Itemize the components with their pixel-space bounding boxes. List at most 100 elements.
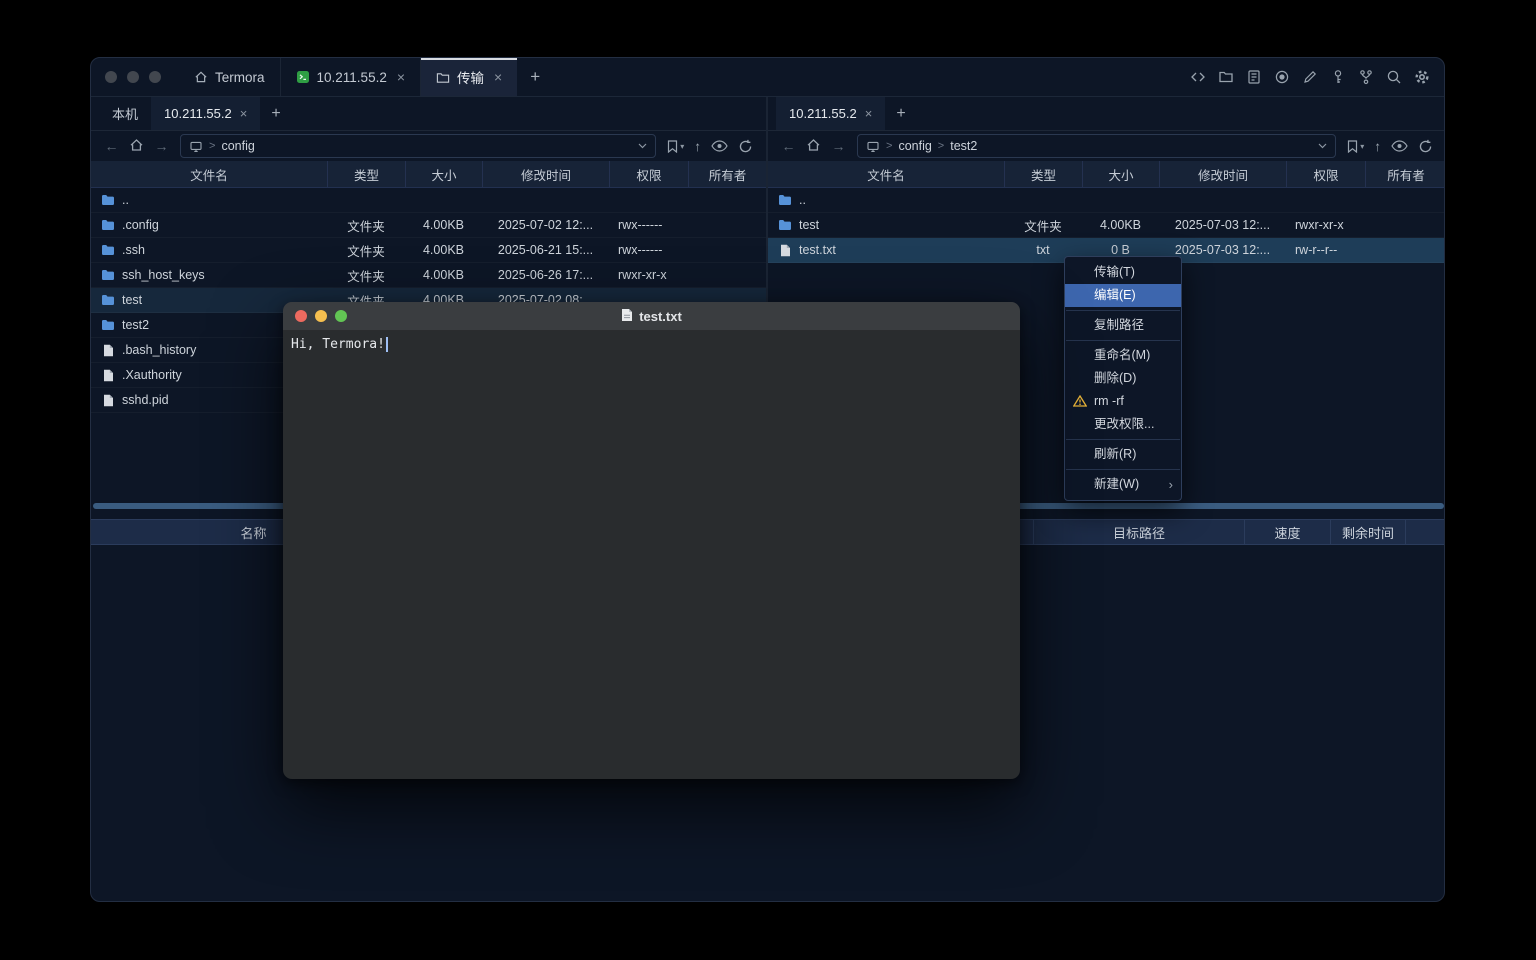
breadcrumb-segment[interactable]: config xyxy=(898,139,931,153)
close-tab-icon[interactable]: × xyxy=(494,69,502,85)
menu-item-new[interactable]: 新建(W) › xyxy=(1065,473,1181,496)
column-header-permissions[interactable]: 权限 xyxy=(1286,161,1365,187)
editor-content[interactable]: Hi, Termora! xyxy=(283,331,1020,358)
path-breadcrumb[interactable]: > config xyxy=(180,134,656,158)
menu-item-delete[interactable]: 删除(D) xyxy=(1065,367,1181,390)
pencil-icon[interactable] xyxy=(1301,69,1318,86)
menu-item-edit[interactable]: 编辑(E) xyxy=(1065,284,1181,307)
file-row[interactable]: .. xyxy=(768,188,1445,213)
folder-icon xyxy=(778,219,792,231)
search-icon[interactable] xyxy=(1385,69,1402,86)
file-row[interactable]: .ssh 文件夹 4.00KB 2025-06-21 15:... rwx---… xyxy=(91,238,766,263)
menu-item-transfer[interactable]: 传输(T) xyxy=(1065,261,1181,284)
editor-title: test.txt xyxy=(639,309,682,324)
file-type: 文件夹 xyxy=(327,266,405,285)
file-type: 文件夹 xyxy=(327,216,405,235)
close-window-button[interactable] xyxy=(105,71,117,83)
gear-icon[interactable] xyxy=(1413,69,1430,86)
column-header-owner[interactable]: 所有者 xyxy=(1365,161,1445,187)
file-name: test.txt xyxy=(799,243,836,257)
menu-item-change-permissions[interactable]: 更改权限... xyxy=(1065,413,1181,436)
column-header-modified[interactable]: 修改时间 xyxy=(482,161,609,187)
window-controls[interactable] xyxy=(91,58,179,96)
refresh-button[interactable] xyxy=(733,139,758,154)
maximize-window-button[interactable] xyxy=(149,71,161,83)
menu-item-copy-path[interactable]: 复制路径 xyxy=(1065,314,1181,337)
parent-directory-button[interactable]: ↑ xyxy=(689,139,706,154)
folder-icon[interactable] xyxy=(1217,69,1234,86)
tab-local-machine[interactable]: 本机 xyxy=(99,97,151,130)
close-tab-icon[interactable]: × xyxy=(240,106,248,121)
file-row[interactable]: .. xyxy=(91,188,766,213)
menu-item-rename[interactable]: 重命名(M) xyxy=(1065,344,1181,367)
file-row[interactable]: .config 文件夹 4.00KB 2025-07-02 12:... rwx… xyxy=(91,213,766,238)
tab-host-10-211-55-2[interactable]: 10.211.55.2 × xyxy=(151,97,260,130)
close-tab-icon[interactable]: × xyxy=(865,106,873,121)
file-name: .bash_history xyxy=(122,343,196,357)
column-header-modified[interactable]: 修改时间 xyxy=(1159,161,1286,187)
new-tab-button[interactable]: + xyxy=(517,58,553,96)
chevron-down-icon[interactable] xyxy=(1318,143,1327,149)
file-permissions: rwxr-xr-x xyxy=(1286,218,1365,232)
forward-button[interactable]: → xyxy=(149,138,174,154)
new-panel-tab-button[interactable]: + xyxy=(260,97,291,130)
context-menu: 传输(T) 编辑(E) 复制路径 重命名(M) 删除(D) rm -rf 更改权… xyxy=(1064,256,1182,501)
tab-host-10-211-55-2[interactable]: 10.211.55.2 × xyxy=(776,97,885,130)
maximize-window-button[interactable] xyxy=(335,310,347,322)
bookmark-button[interactable]: ▾ xyxy=(1342,140,1369,153)
back-button[interactable]: ← xyxy=(99,138,124,154)
minimize-window-button[interactable] xyxy=(127,71,139,83)
code-icon[interactable] xyxy=(1189,69,1206,86)
column-header-speed[interactable]: 速度 xyxy=(1244,520,1330,544)
column-header-type[interactable]: 类型 xyxy=(1004,161,1082,187)
path-breadcrumb[interactable]: > config > test2 xyxy=(857,134,1336,158)
chevron-down-icon[interactable]: ▾ xyxy=(1360,142,1364,151)
forward-button[interactable]: → xyxy=(826,138,851,154)
back-button[interactable]: ← xyxy=(776,138,801,154)
branch-icon[interactable] xyxy=(1357,69,1374,86)
home-button[interactable] xyxy=(124,138,149,155)
show-hidden-files-button[interactable] xyxy=(1386,140,1413,152)
column-header-size[interactable]: 大小 xyxy=(405,161,482,187)
tab-host-10-211-55-2[interactable]: 10.211.55.2 × xyxy=(280,58,421,96)
file-row[interactable]: test 文件夹 4.00KB 2025-07-03 12:... rwxr-x… xyxy=(768,213,1445,238)
file-row[interactable]: ssh_host_keys 文件夹 4.00KB 2025-06-26 17:.… xyxy=(91,263,766,288)
minimize-window-button[interactable] xyxy=(315,310,327,322)
file-modified: 2025-07-03 12:... xyxy=(1159,243,1286,257)
column-header-destination[interactable]: 目标路径 xyxy=(1033,520,1244,544)
column-header-type[interactable]: 类型 xyxy=(327,161,405,187)
editor-titlebar[interactable]: test.txt xyxy=(283,302,1020,331)
record-icon[interactable] xyxy=(1273,69,1290,86)
column-header-owner[interactable]: 所有者 xyxy=(688,161,766,187)
menu-item-rm-rf[interactable]: rm -rf xyxy=(1065,390,1181,413)
right-panel-toolbar: ← → > config > test2 xyxy=(768,131,1445,161)
file-list-icon[interactable] xyxy=(1245,69,1262,86)
close-tab-icon[interactable]: × xyxy=(397,69,405,85)
tab-transfer[interactable]: 传输 × xyxy=(420,58,517,96)
computer-icon xyxy=(866,141,880,152)
column-header-name[interactable]: 文件名 xyxy=(768,161,1004,187)
home-button[interactable] xyxy=(801,138,826,155)
column-header-size[interactable]: 大小 xyxy=(1082,161,1159,187)
file-icon xyxy=(101,344,115,357)
breadcrumb-segment[interactable]: test2 xyxy=(950,139,977,153)
column-header-name[interactable]: 文件名 xyxy=(91,161,327,187)
show-hidden-files-button[interactable] xyxy=(706,140,733,152)
parent-directory-button[interactable]: ↑ xyxy=(1369,139,1386,154)
close-window-button[interactable] xyxy=(295,310,307,322)
chevron-down-icon[interactable] xyxy=(638,143,647,149)
file-size: 4.00KB xyxy=(405,268,482,282)
new-panel-tab-button[interactable]: + xyxy=(885,97,916,130)
column-header-remaining-time[interactable]: 剩余时间 xyxy=(1330,520,1405,544)
key-icon[interactable] xyxy=(1329,69,1346,86)
breadcrumb-segment[interactable]: config xyxy=(221,139,254,153)
menu-item-refresh[interactable]: 刷新(R) xyxy=(1065,443,1181,466)
file-name: test2 xyxy=(122,318,149,332)
refresh-button[interactable] xyxy=(1413,139,1438,154)
folder-icon xyxy=(101,219,115,231)
chevron-down-icon[interactable]: ▾ xyxy=(680,142,684,151)
file-name: test xyxy=(799,218,819,232)
tab-termora[interactable]: Termora xyxy=(179,58,280,96)
column-header-permissions[interactable]: 权限 xyxy=(609,161,688,187)
bookmark-button[interactable]: ▾ xyxy=(662,140,689,153)
